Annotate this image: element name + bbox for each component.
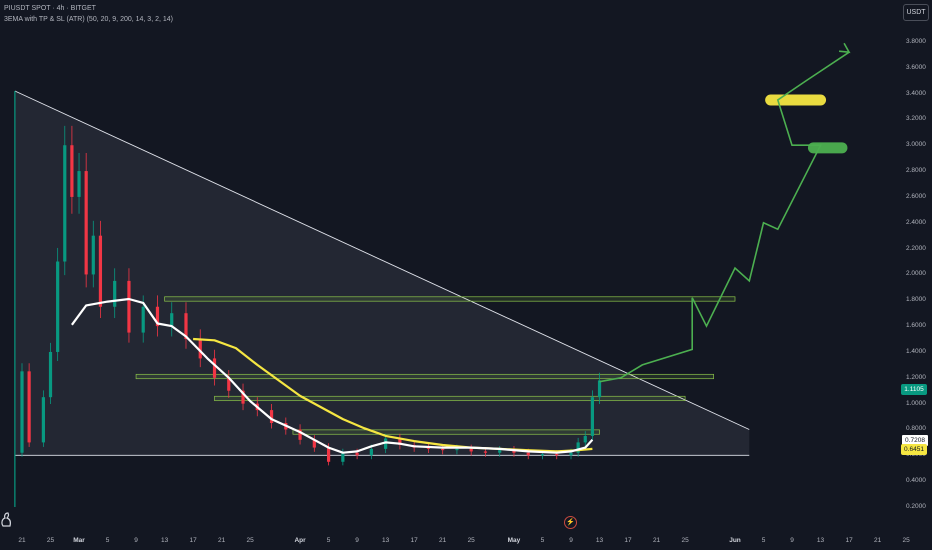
candle-body xyxy=(77,171,81,197)
x-tick-label: 21 xyxy=(873,537,882,544)
resistance-zone-4 xyxy=(292,429,600,435)
x-tick-label: 17 xyxy=(624,537,632,544)
indicator-title: 3EMA with TP & SL (ATR) (50, 20, 9, 200,… xyxy=(4,16,173,23)
candle-body xyxy=(526,452,530,456)
y-tick-label: 1.0000 xyxy=(906,399,926,407)
candle-body xyxy=(70,145,74,197)
x-tick-label: May xyxy=(507,537,521,544)
candle-body xyxy=(583,435,587,443)
x-tick-label: 5 xyxy=(105,537,110,544)
candle-body xyxy=(212,358,217,378)
x-tick-label: 17 xyxy=(845,537,853,544)
candle-body xyxy=(269,410,274,424)
candle-body xyxy=(540,454,545,456)
price-tag-yellow: 0.6451 xyxy=(901,443,927,455)
y-tick-label: 3.0000 xyxy=(906,141,926,149)
candle-body xyxy=(56,261,60,352)
candle-body xyxy=(590,397,594,436)
candle-body xyxy=(469,448,473,452)
y-tick-label: 1.8000 xyxy=(906,296,926,304)
resistance-zone-1 xyxy=(164,296,736,302)
resistance-zone-3 xyxy=(214,395,686,402)
x-tick-label: 9 xyxy=(134,537,138,544)
x-tick-label: Jun xyxy=(729,537,741,544)
candle-body xyxy=(98,235,103,307)
candle-body xyxy=(597,380,602,398)
candle-body xyxy=(441,448,445,451)
price-tag-green: 1.1105 xyxy=(901,383,927,395)
y-tick-label: 2.0000 xyxy=(906,270,926,278)
x-tick-label: 21 xyxy=(439,537,447,544)
candle-body xyxy=(41,397,45,443)
x-tick-label: 13 xyxy=(160,537,169,544)
y-tick-label: 0.2000 xyxy=(906,503,926,510)
candle-body xyxy=(355,452,359,456)
y-tick-label: 2.2000 xyxy=(906,244,926,252)
y-tick-label: 1.4000 xyxy=(906,347,926,355)
candle-body xyxy=(498,450,502,453)
candle-body xyxy=(113,280,117,307)
x-tick-label: 5 xyxy=(761,537,766,544)
y-tick-label: 0.4000 xyxy=(906,477,926,485)
candle-body xyxy=(127,280,131,333)
candle-body xyxy=(455,448,459,451)
y-tick-label: 3.4000 xyxy=(906,89,926,97)
x-tick-label: 13 xyxy=(382,537,390,544)
candle-body xyxy=(483,451,488,453)
y-tick-label: 3.2000 xyxy=(906,115,926,123)
y-tick-label: 2.4000 xyxy=(906,218,926,226)
candle-body xyxy=(326,447,331,462)
y-tick-label: 3.8000 xyxy=(906,37,926,45)
x-tick-label: 25 xyxy=(46,537,55,544)
candle-body xyxy=(20,371,24,453)
x-tick-label: 21 xyxy=(218,537,226,544)
candle-body xyxy=(170,313,174,327)
lightning-icon[interactable]: ⚡ xyxy=(564,516,577,529)
x-tick-label: Apr xyxy=(294,537,306,544)
x-tick-label: 5 xyxy=(540,537,545,544)
y-tick-label: 3.6000 xyxy=(906,63,926,71)
candle-body xyxy=(141,306,145,333)
candle-body xyxy=(569,452,573,456)
x-tick-label: 25 xyxy=(246,537,254,544)
x-tick-label: Mar xyxy=(73,537,85,544)
x-tick-label: 25 xyxy=(681,537,689,544)
candle-body xyxy=(341,452,345,462)
x-tick-label: 9 xyxy=(790,537,794,544)
candle-body xyxy=(84,171,88,275)
price-chart[interactable] xyxy=(0,0,932,550)
candle-body xyxy=(369,448,373,456)
candle-body xyxy=(63,145,67,262)
x-tick-label: 13 xyxy=(816,537,825,544)
y-tick-label: 1.6000 xyxy=(906,322,926,330)
y-tick-label: 2.8000 xyxy=(906,167,926,175)
x-tick-label: 21 xyxy=(18,537,26,544)
candle-body xyxy=(91,235,95,275)
x-tick-label: 25 xyxy=(902,537,910,544)
x-tick-label: 5 xyxy=(326,537,331,544)
x-tick-label: 17 xyxy=(410,537,418,544)
x-tick-label: 17 xyxy=(189,537,197,544)
x-tick-label: 13 xyxy=(595,537,604,544)
tradingview-logo-icon[interactable] xyxy=(0,510,14,528)
y-tick-label: 0.8000 xyxy=(906,425,926,433)
x-tick-label: 25 xyxy=(467,537,475,544)
currency-button[interactable]: USDT xyxy=(903,4,929,21)
chart-header: PIUSDT SPOT · 4h · BITGET 3EMA with TP &… xyxy=(4,3,173,25)
y-tick-label: 2.6000 xyxy=(906,192,926,200)
candle-body xyxy=(555,454,559,456)
y-tick-label: 1.2000 xyxy=(906,373,926,381)
candle-body xyxy=(27,371,31,443)
x-tick-label: 9 xyxy=(355,537,359,544)
candle-body xyxy=(48,351,53,398)
x-tick-label: 21 xyxy=(652,537,661,544)
symbol-title: PIUSDT SPOT · 4h · BITGET xyxy=(4,5,96,12)
x-tick-label: 9 xyxy=(569,537,573,544)
